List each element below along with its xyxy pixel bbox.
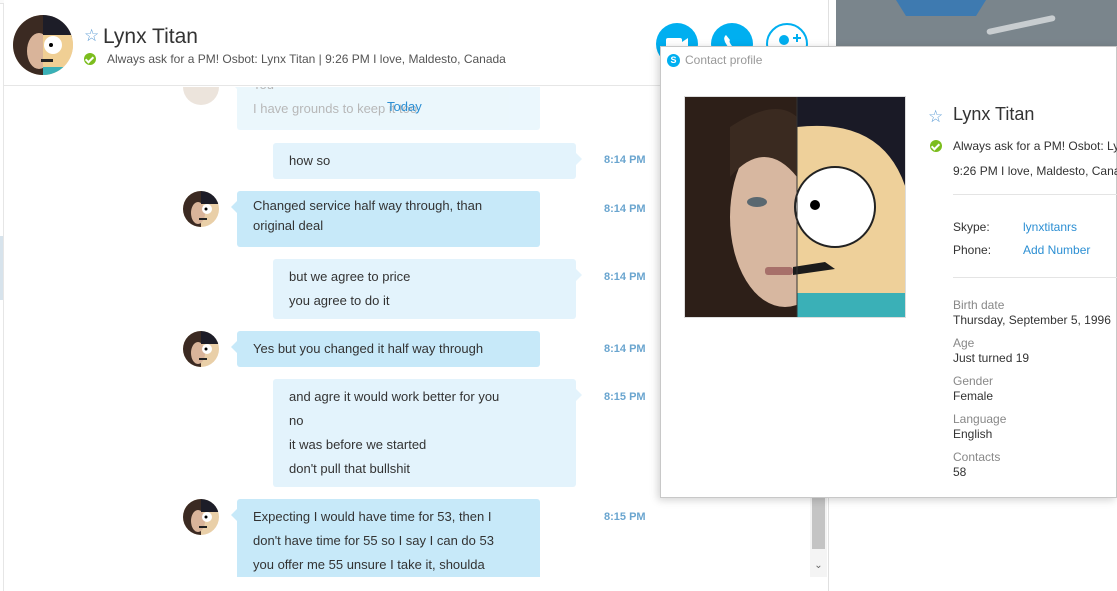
- contacts-label: Contacts: [953, 450, 1001, 464]
- mood-message: Always ask for a PM! Osbot: Lynx Titan |…: [107, 52, 506, 66]
- age-label: Age: [953, 336, 975, 350]
- gender-value: Female: [953, 389, 994, 403]
- message-line: Expecting I would have time for 53, then…: [253, 509, 492, 524]
- message-avatar[interactable]: [183, 191, 219, 227]
- message-timestamp: 8:14 PM: [604, 154, 646, 166]
- incoming-message-bubble[interactable]: Yes but you changed it half way through: [231, 331, 540, 367]
- contact-name: Lynx Titan: [103, 25, 198, 48]
- message-timestamp: 8:15 PM: [604, 391, 646, 403]
- popup-title: Contact profile: [685, 53, 763, 67]
- date-separator: Today: [387, 99, 422, 114]
- message-line: no: [289, 413, 304, 428]
- message-line: original deal: [253, 218, 324, 233]
- contact-avatar[interactable]: [13, 15, 73, 75]
- contact-profile-popup: S Contact profile ☆ Lynx Titan Always as…: [660, 46, 1117, 498]
- message-line: you agree to do it: [289, 293, 390, 308]
- skype-label: Skype:: [953, 220, 990, 234]
- phone-label: Phone:: [953, 243, 992, 257]
- divider: [953, 194, 1117, 195]
- incoming-message-bubble[interactable]: Changed service half way through, than o…: [231, 191, 540, 247]
- skype-window: ☆ Lynx Titan Always ask for a PM! Osbot:…: [0, 0, 1117, 591]
- language-label: Language: [953, 412, 1007, 426]
- scroll-down-icon[interactable]: ⌄: [810, 557, 827, 575]
- message-line: don't pull that bullshit: [289, 461, 411, 476]
- gender-label: Gender: [953, 374, 994, 388]
- scrollbar-thumb[interactable]: [812, 497, 825, 549]
- skype-id-link[interactable]: lynxtitanrs: [1023, 220, 1077, 234]
- birth-date-value: Thursday, September 5, 1996: [953, 313, 1111, 327]
- message-avatar: [183, 87, 219, 105]
- background-photo: [836, 0, 1117, 46]
- online-status-icon: [930, 140, 942, 152]
- message-avatar[interactable]: [183, 499, 219, 535]
- message-line: it was before we started: [289, 437, 427, 452]
- favorite-star-icon[interactable]: ☆: [84, 27, 100, 44]
- profile-mood-line: Always ask for a PM! Osbot: Lyn: [953, 139, 1117, 153]
- age-value: Just turned 19: [953, 351, 1030, 365]
- message-timestamp: 8:14 PM: [604, 343, 646, 355]
- message-timestamp: 8:15 PM: [604, 511, 646, 523]
- message-avatar[interactable]: [183, 331, 219, 367]
- message-line: how so: [289, 153, 331, 168]
- message-line: don't have time for 55 so I say I can do…: [253, 533, 494, 548]
- add-number-link[interactable]: Add Number: [1023, 243, 1090, 257]
- message-line: and agre it would work better for you: [289, 389, 500, 404]
- skype-logo-icon: S: [667, 54, 680, 67]
- contacts-value: 58: [953, 465, 967, 479]
- message-line: Changed service half way through, than: [253, 198, 483, 213]
- favorite-star-icon[interactable]: ☆: [928, 107, 943, 127]
- outgoing-message-bubble[interactable]: how so: [273, 143, 582, 179]
- message-line: Yes but you changed it half way through: [253, 341, 484, 356]
- online-status-icon: [84, 53, 96, 65]
- divider: [953, 277, 1117, 278]
- profile-name: Lynx Titan: [953, 104, 1035, 124]
- message-line: Tou: [253, 87, 524, 97]
- outgoing-message-bubble[interactable]: but we agree to price you agree to do it: [273, 259, 582, 319]
- outgoing-message-bubble[interactable]: and agre it would work better for you no…: [273, 379, 582, 487]
- message-timestamp: 8:14 PM: [604, 203, 646, 215]
- incoming-message-bubble[interactable]: Expecting I would have time for 53, then…: [231, 499, 540, 577]
- language-value: English: [953, 427, 993, 441]
- birth-date-label: Birth date: [953, 298, 1005, 312]
- message-line: but we agree to price: [289, 269, 411, 284]
- profile-mood-line: 9:26 PM I love, Maldesto, Canac: [953, 164, 1117, 178]
- message-timestamp: 8:14 PM: [604, 271, 646, 283]
- message-line: you offer me 55 unsure I take it, should…: [253, 557, 485, 572]
- profile-picture: [684, 96, 906, 318]
